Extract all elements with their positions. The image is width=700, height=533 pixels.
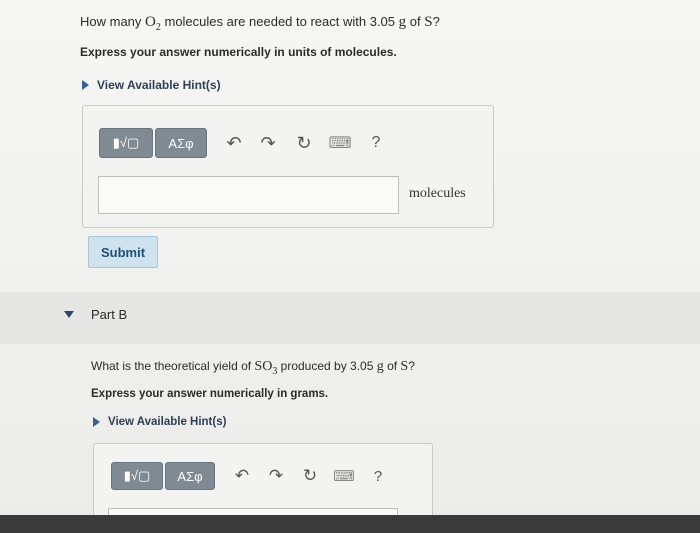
part-b-math-toolbar: ▮√▢ ΑΣφ ↶ ↷ ↻ ⌨ ?: [111, 462, 391, 490]
part-a-hint-link[interactable]: View Available Hint(s): [82, 78, 221, 92]
triangle-right-icon: [82, 80, 89, 90]
keyboard-icon[interactable]: ⌨: [331, 463, 357, 489]
submit-button[interactable]: Submit: [88, 236, 158, 268]
reset-icon[interactable]: ↻: [297, 463, 323, 489]
part-a-question: How many O2 molecules are needed to reac…: [80, 14, 440, 33]
part-a-math-toolbar: ▮√▢ ΑΣφ ↶ ↷ ↻ ⌨ ?: [99, 128, 389, 158]
undo-icon[interactable]: ↶: [221, 130, 247, 156]
compound-formula: SO3: [254, 359, 278, 377]
triangle-down-icon[interactable]: [64, 311, 74, 318]
part-a-units-label: molecules: [409, 186, 466, 201]
templates-button[interactable]: ▮√▢: [111, 462, 163, 490]
part-b-question: What is the theoretical yield of SO3 pro…: [91, 359, 415, 377]
part-b-hint-link[interactable]: View Available Hint(s): [93, 416, 226, 428]
part-b-label[interactable]: Part B: [91, 307, 127, 322]
greek-symbols-button[interactable]: ΑΣφ: [155, 128, 207, 158]
undo-icon[interactable]: ↶: [229, 463, 255, 489]
redo-icon[interactable]: ↷: [263, 463, 289, 489]
help-icon[interactable]: ?: [365, 463, 391, 489]
help-icon[interactable]: ?: [363, 130, 389, 156]
templates-button[interactable]: ▮√▢: [99, 128, 153, 158]
reset-icon[interactable]: ↻: [291, 130, 317, 156]
part-a-instruction: Express your answer numerically in units…: [80, 45, 397, 59]
keyboard-icon[interactable]: ⌨: [327, 130, 353, 156]
redo-icon[interactable]: ↷: [255, 130, 281, 156]
part-a-answer-input[interactable]: [98, 176, 399, 214]
part-b-instruction: Express your answer numerically in grams…: [91, 388, 329, 400]
greek-symbols-button[interactable]: ΑΣφ: [165, 462, 215, 490]
bottom-bezel: [0, 515, 700, 533]
triangle-right-icon: [93, 417, 100, 427]
molecule-formula: O2: [145, 14, 161, 33]
